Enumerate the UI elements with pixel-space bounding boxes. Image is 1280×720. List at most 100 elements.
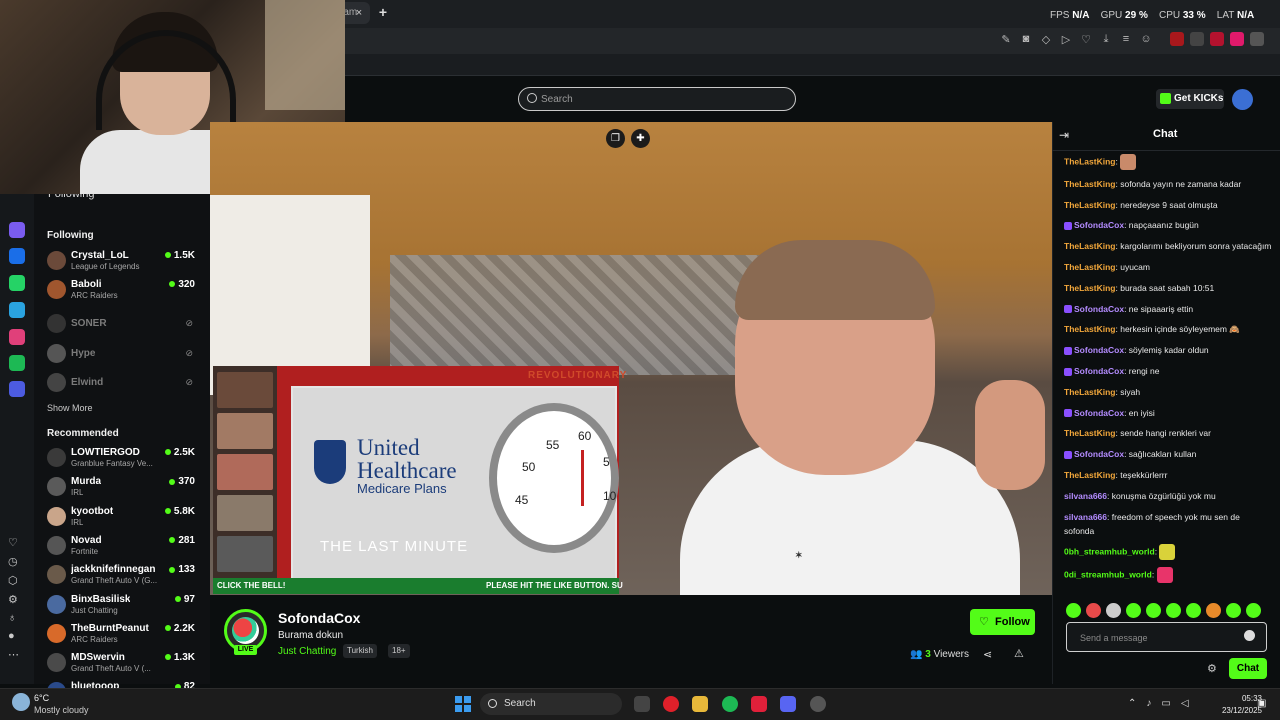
emote-icon[interactable]: [1246, 603, 1261, 618]
weather-icon[interactable]: [12, 693, 30, 711]
extension-icon[interactable]: [1190, 32, 1204, 46]
sidebar-recommended-channel[interactable]: jackknifefinnegan Grand Theft Auto V (G..…: [47, 563, 199, 589]
show-more-link[interactable]: Show More: [47, 403, 93, 413]
sidebar-channel-offline[interactable]: SONER ⊘: [47, 312, 199, 338]
download-icon[interactable]: ⤓: [1100, 33, 1112, 46]
profile-icon[interactable]: ☺: [1140, 33, 1152, 46]
tab-close-icon[interactable]: ×: [352, 6, 366, 20]
sidebar-recommended-channel[interactable]: Murda IRL 370: [47, 475, 199, 501]
pip-icon[interactable]: ❐: [606, 129, 625, 148]
tag-language[interactable]: Turkish: [343, 644, 377, 658]
menu-icon[interactable]: ≡: [1120, 33, 1132, 46]
heart-icon[interactable]: ♡: [1080, 33, 1092, 46]
chat-send-button[interactable]: Chat: [1229, 658, 1267, 679]
sidebar-recommended-channel[interactable]: BinxBasilisk Just Chatting 97: [47, 593, 199, 619]
emote-icon[interactable]: [1206, 603, 1221, 618]
stream-category[interactable]: Just Chatting: [278, 646, 336, 657]
sidebar-recommended-channel[interactable]: LOWTIERGOD Granblue Fantasy Ve... 2.5K: [47, 446, 199, 472]
extension-icon[interactable]: [1210, 32, 1224, 46]
sidebar-channel[interactable]: Baboli ARC Raiders 320: [47, 278, 199, 304]
sidebar-recommended-channel[interactable]: TheBurntPeanut ARC Raiders 2.2K: [47, 622, 199, 648]
tag-age[interactable]: 18+: [388, 644, 410, 658]
more-icon[interactable]: ⋯: [8, 648, 19, 661]
chat-username[interactable]: SofondaCox: [1074, 366, 1124, 376]
spotify-icon[interactable]: [9, 355, 25, 371]
collapse-chat-icon[interactable]: ⇥: [1059, 128, 1069, 142]
share-icon[interactable]: ⋖: [983, 648, 992, 661]
shield-icon[interactable]: ◇: [1040, 33, 1052, 46]
discord-icon[interactable]: [780, 696, 796, 712]
chat-username[interactable]: 0di_streamhub_world: [1064, 569, 1152, 579]
extension-icon[interactable]: [1230, 32, 1244, 46]
emote-icon[interactable]: [1186, 603, 1201, 618]
mic-icon[interactable]: ♪: [1146, 698, 1151, 709]
extension-icon[interactable]: [1250, 32, 1264, 46]
emote-icon[interactable]: [1066, 603, 1081, 618]
sidebar-recommended-channel[interactable]: MDSwervin Grand Theft Auto V (... 1.3K: [47, 651, 199, 677]
box-icon[interactable]: ⬡: [8, 574, 19, 587]
emote-icon[interactable]: [1086, 603, 1101, 618]
file-explorer-icon[interactable]: [692, 696, 708, 712]
sidebar-recommended-channel[interactable]: Novad Fortnite 281: [47, 534, 199, 560]
gear-icon[interactable]: ⚙: [1207, 662, 1217, 675]
search-input[interactable]: Search: [518, 87, 796, 111]
chevron-up-icon[interactable]: ⌃: [1128, 698, 1136, 709]
windows-start-icon[interactable]: [455, 696, 471, 712]
play-icon[interactable]: ▷: [1060, 33, 1072, 46]
chat-username[interactable]: 0bh_streamhub_world: [1064, 547, 1155, 557]
chat-username[interactable]: SofondaCox: [1074, 408, 1124, 418]
emoji-icon[interactable]: [1244, 630, 1255, 641]
bulb-icon[interactable]: ♁: [8, 612, 19, 624]
chat-username[interactable]: silvana666: [1064, 512, 1107, 522]
app-icon[interactable]: [751, 696, 767, 712]
sidebar-channel-offline[interactable]: Elwind ⊘: [47, 371, 199, 397]
chat-username[interactable]: TheLastKing: [1064, 200, 1115, 210]
emote-icon[interactable]: [1126, 603, 1141, 618]
chat-username[interactable]: SofondaCox: [1074, 220, 1124, 230]
chat-username[interactable]: TheLastKing: [1064, 283, 1115, 293]
report-icon[interactable]: ⚠: [1014, 647, 1024, 660]
chat-username[interactable]: TheLastKing: [1064, 262, 1115, 272]
chat-username[interactable]: TheLastKing: [1064, 156, 1115, 166]
telegram-icon[interactable]: [9, 302, 25, 318]
sidebar-recommended-channel[interactable]: kyootbot IRL 5.8K: [47, 505, 199, 531]
emote-icon[interactable]: [1146, 603, 1161, 618]
profile-avatar[interactable]: [1232, 89, 1253, 110]
sidebar-channel-offline[interactable]: Hype ⊘: [47, 342, 199, 368]
clock-date[interactable]: 23/12/2025: [1210, 706, 1262, 715]
network-icon[interactable]: ▭: [1161, 698, 1170, 709]
chat-username[interactable]: TheLastKing: [1064, 387, 1115, 397]
taskbar-search[interactable]: Search: [480, 693, 622, 715]
task-view-icon[interactable]: [634, 696, 650, 712]
chat-input[interactable]: Send a message: [1066, 622, 1267, 652]
gear-icon[interactable]: ⚙: [8, 593, 19, 606]
record-icon[interactable]: ●: [8, 630, 19, 642]
emote-icon[interactable]: [1226, 603, 1241, 618]
whatsapp-icon[interactable]: [9, 275, 25, 291]
sidebar-channel[interactable]: Crystal_LoL League of Legends 1.5K: [47, 249, 199, 275]
chat-username[interactable]: SofondaCox: [1074, 304, 1124, 314]
camera-icon[interactable]: ◙: [1020, 33, 1032, 46]
chat-username[interactable]: TheLastKing: [1064, 324, 1115, 334]
instagram-icon[interactable]: [9, 329, 25, 345]
chat-username[interactable]: SofondaCox: [1074, 345, 1124, 355]
chat-username[interactable]: SofondaCox: [1074, 449, 1124, 459]
chat-username[interactable]: silvana666: [1064, 491, 1107, 501]
chat-username[interactable]: TheLastKing: [1064, 179, 1115, 189]
emote-icon[interactable]: [1166, 603, 1181, 618]
spotify-icon[interactable]: [722, 696, 738, 712]
streamer-name[interactable]: SofondaCox: [278, 610, 360, 626]
notification-icon[interactable]: ▣: [1257, 698, 1266, 709]
opera-icon[interactable]: [663, 696, 679, 712]
chat-username[interactable]: TheLastKing: [1064, 470, 1115, 480]
volume-icon[interactable]: ◁: [1181, 698, 1189, 709]
clock-icon[interactable]: ◷: [8, 555, 19, 568]
messenger-icon[interactable]: [9, 248, 25, 264]
app-icon[interactable]: [810, 696, 826, 712]
chat-username[interactable]: TheLastKing: [1064, 428, 1115, 438]
chat-username[interactable]: TheLastKing: [1064, 241, 1115, 251]
extension-icon[interactable]: [1170, 32, 1184, 46]
clip-icon[interactable]: ✚: [631, 129, 650, 148]
edit-icon[interactable]: ✎: [1000, 33, 1012, 46]
emote-icon[interactable]: [1106, 603, 1121, 618]
